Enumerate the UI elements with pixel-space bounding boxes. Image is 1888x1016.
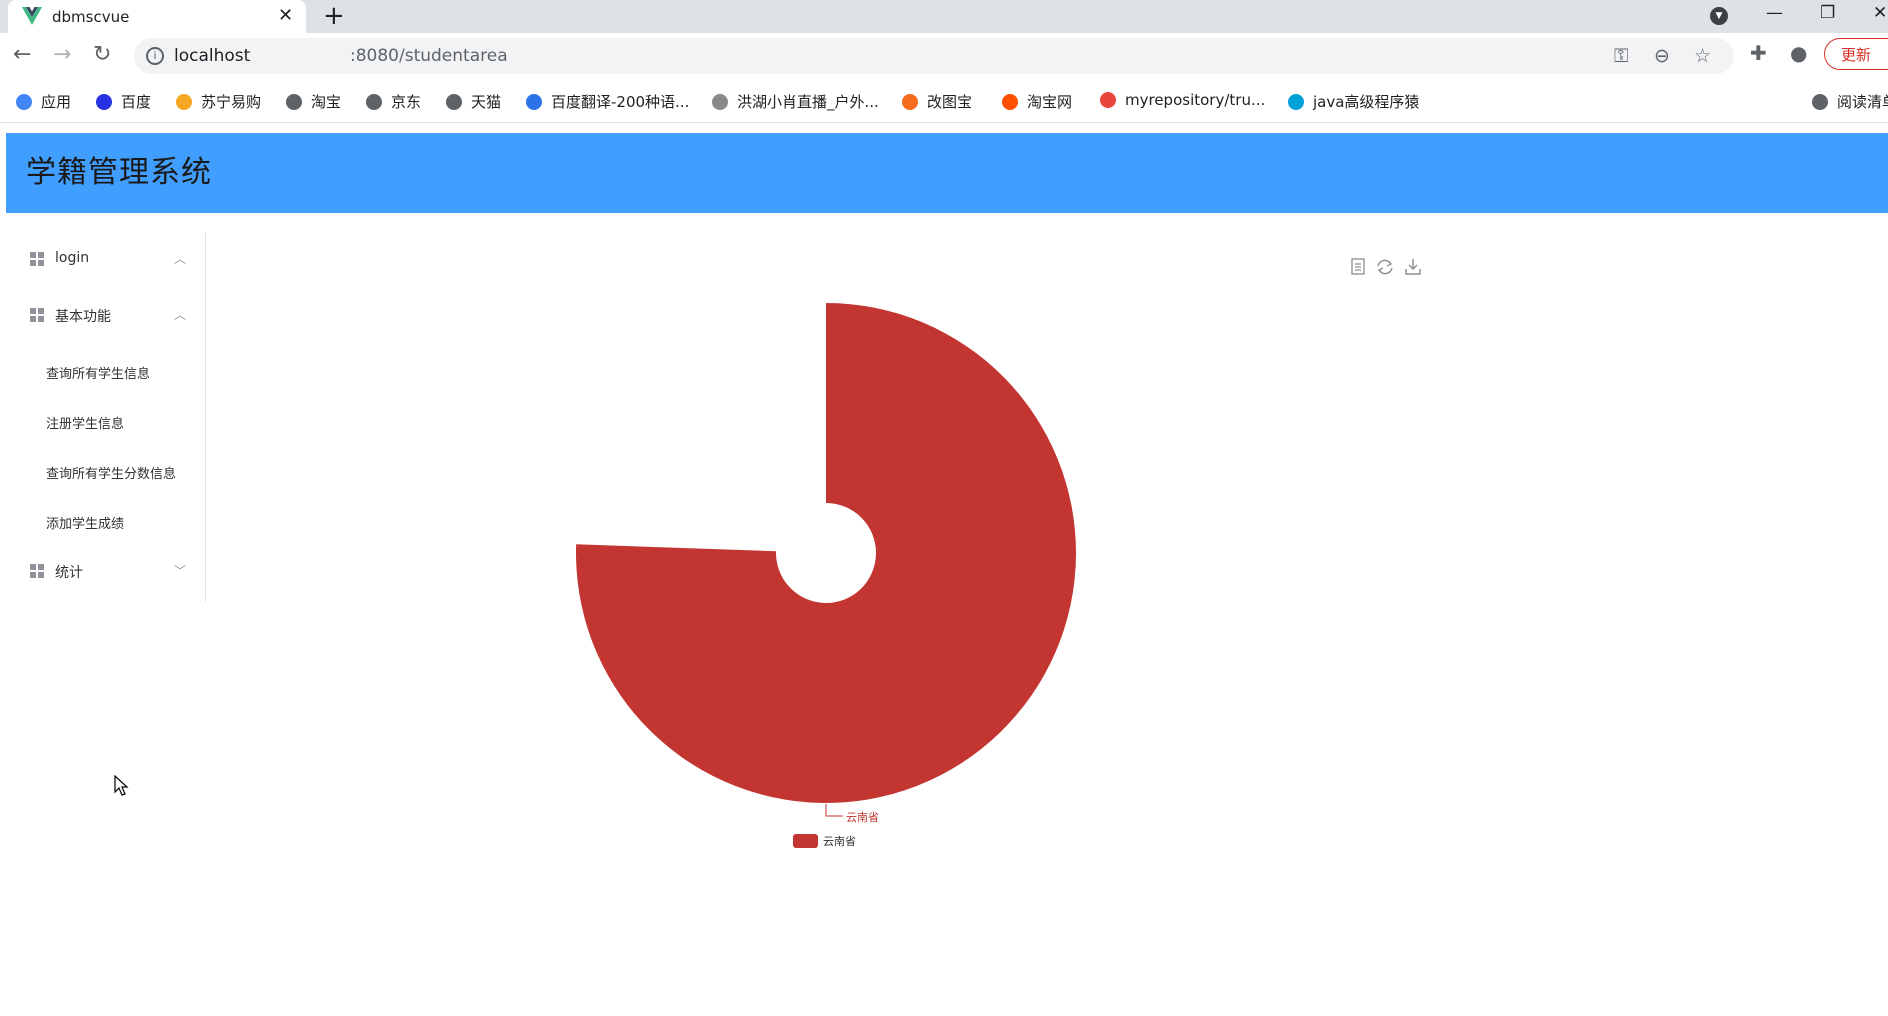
restore-icon[interactable]	[1377, 259, 1393, 275]
mouse-cursor-icon	[114, 775, 129, 796]
slice-label: 云南省	[846, 811, 879, 824]
label-guide-line	[825, 804, 843, 817]
chart-legend[interactable]: 云南省	[793, 834, 856, 848]
legend-label: 云南省	[823, 835, 856, 848]
pie-slices	[575, 303, 1076, 803]
save-image-icon[interactable]	[1405, 259, 1421, 275]
chart-toolbox	[1351, 258, 1421, 275]
slice-label-group: 云南省	[825, 804, 879, 824]
legend-swatch	[793, 834, 818, 848]
data-view-icon[interactable]	[1351, 258, 1365, 275]
rose-pie-chart: 云南省 云南省	[575, 258, 1421, 848]
pie-slice[interactable]	[575, 303, 1076, 803]
